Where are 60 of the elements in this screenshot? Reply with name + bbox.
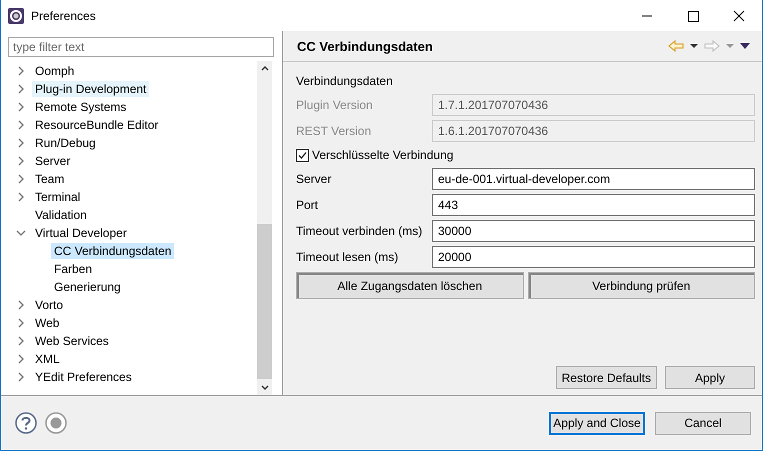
field-label: Port	[296, 198, 320, 212]
section-label: Verbindungsdaten	[296, 74, 393, 88]
chevron-right-icon[interactable]	[16, 336, 26, 346]
input-field[interactable]: eu-de-001.virtual-developer.com	[432, 168, 755, 190]
tree-item[interactable]: Virtual Developer	[32, 225, 130, 241]
chevron-right-icon[interactable]	[16, 192, 26, 202]
tree-item[interactable]: Oomph	[32, 63, 78, 79]
dropdown-icon[interactable]	[690, 44, 698, 48]
dialog-button[interactable]: Cancel	[655, 412, 751, 434]
filter-field[interactable]: type filter text	[8, 37, 274, 57]
field-label: Plugin Version	[296, 98, 374, 112]
dialog-button[interactable]: Apply and Close	[549, 412, 645, 434]
field-label: Timeout lesen (ms)	[296, 250, 400, 264]
chevron-right-icon[interactable]	[16, 66, 26, 76]
chevron-right-icon[interactable]	[16, 300, 26, 310]
tree-item[interactable]: YEdit Preferences	[32, 369, 135, 385]
tree-item[interactable]: Web Services	[32, 333, 112, 349]
tree-item[interactable]: Server	[32, 153, 74, 169]
field-label: REST Version	[296, 124, 372, 138]
window-title: Preferences	[31, 8, 96, 22]
chevron-right-icon[interactable]	[16, 372, 26, 382]
chevron-down-icon[interactable]	[16, 228, 26, 238]
chevron-right-icon[interactable]	[16, 174, 26, 184]
tree-item[interactable]: Team	[32, 171, 68, 187]
help-icon[interactable]	[15, 412, 37, 434]
chevron-right-icon[interactable]	[16, 120, 26, 130]
tree-item[interactable]: XML	[32, 351, 63, 367]
field-label: Server	[296, 172, 332, 186]
scrollbar[interactable]	[257, 61, 272, 395]
chevron-right-icon[interactable]	[16, 156, 26, 166]
chevron-right-icon[interactable]	[16, 138, 26, 148]
field-label: Timeout verbinden (ms)	[296, 224, 424, 238]
checkbox-label[interactable]: Verschlüsselte Verbindung	[312, 148, 454, 162]
tree-item[interactable]: ResourceBundle Editor	[32, 117, 162, 133]
input-field[interactable]: 443	[432, 194, 755, 216]
record-icon[interactable]	[45, 412, 67, 434]
tree-item[interactable]: Web	[32, 315, 62, 331]
input-field[interactable]: 30000	[432, 220, 755, 242]
menu-icon[interactable]	[740, 43, 750, 49]
page-button[interactable]: Apply	[665, 366, 755, 389]
tree-item[interactable]: Run/Debug	[32, 135, 99, 151]
tree-item[interactable]: Remote Systems	[32, 99, 130, 115]
input-field[interactable]: 20000	[432, 246, 755, 268]
chevron-right-icon[interactable]	[16, 102, 26, 112]
chevron-right-icon[interactable]	[16, 84, 26, 94]
tree-item[interactable]: Validation	[32, 207, 90, 223]
page-button[interactable]: Restore Defaults	[556, 366, 657, 389]
tree-item[interactable]: Terminal	[32, 189, 84, 205]
chevron-right-icon[interactable]	[16, 318, 26, 328]
tree-item[interactable]: CC Verbindungsdaten	[51, 243, 174, 259]
checkbox[interactable]	[296, 148, 309, 162]
chevron-right-icon[interactable]	[16, 354, 26, 364]
page-title: CC Verbindungsdaten	[297, 38, 433, 54]
back-arrow-icon[interactable]	[668, 40, 684, 52]
tree-item[interactable]: Farben	[51, 261, 96, 277]
action-button[interactable]: Alle Zugangsdaten löschen	[296, 272, 524, 299]
tree-item[interactable]: Vorto	[32, 297, 66, 313]
action-button[interactable]: Verbindung prüfen	[528, 272, 755, 299]
tree-item[interactable]: Plug-in Development	[32, 81, 150, 97]
tree-item[interactable]: Generierung	[51, 279, 124, 295]
